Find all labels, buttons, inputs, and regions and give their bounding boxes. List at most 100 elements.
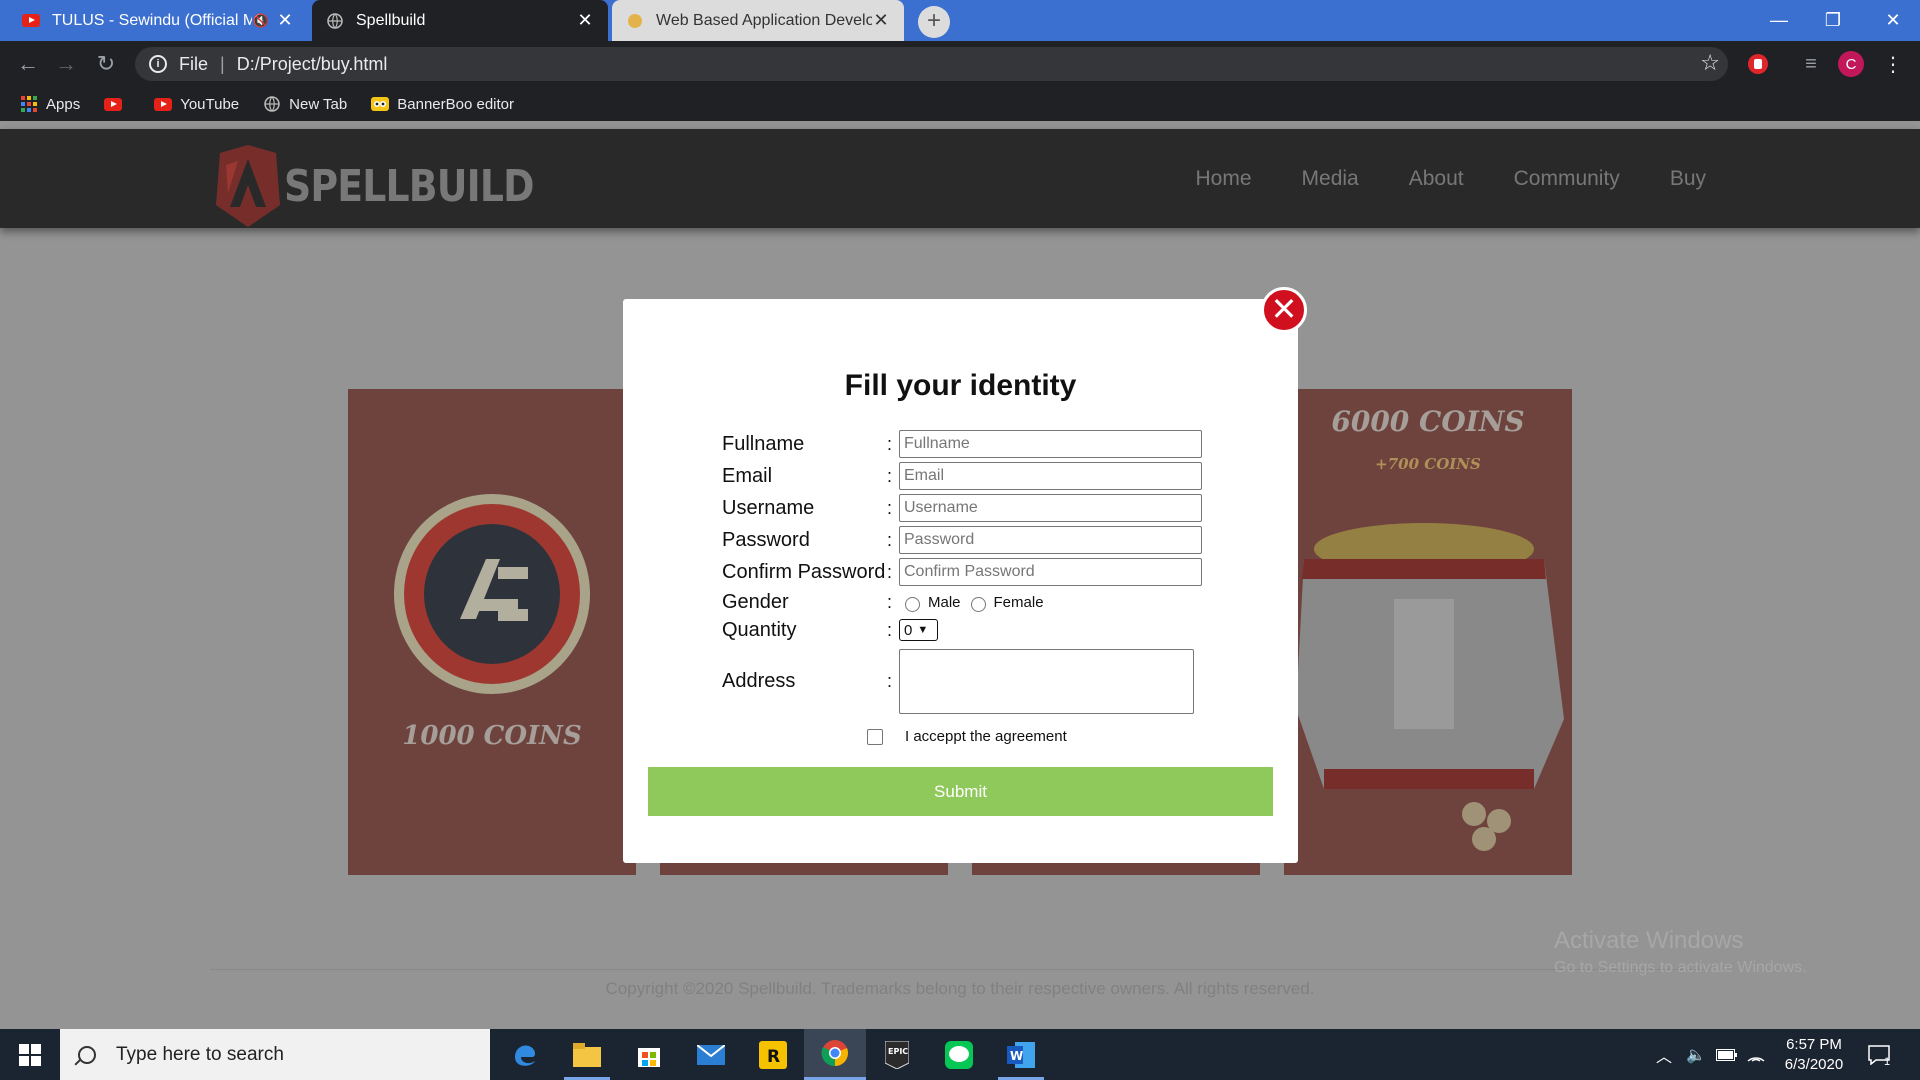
- nav-community[interactable]: Community: [1514, 167, 1620, 191]
- username-input[interactable]: [899, 494, 1202, 522]
- address-textarea[interactable]: [899, 649, 1194, 714]
- bookmark-youtube-shortcut[interactable]: [104, 95, 130, 113]
- bookmark-label: Apps: [46, 95, 81, 113]
- edge-icon[interactable]: [494, 1029, 556, 1080]
- youtube-icon: [22, 12, 40, 30]
- quantity-value: 0: [904, 621, 913, 639]
- rockstar-launcher-icon[interactable]: R: [742, 1029, 804, 1080]
- email-label: Email: [722, 464, 773, 487]
- reload-icon[interactable]: ↻: [88, 41, 124, 87]
- site-logo[interactable]: SPELLBUILD: [216, 145, 574, 227]
- address-row: Address :: [722, 649, 1194, 714]
- nav-buy[interactable]: Buy: [1670, 167, 1706, 191]
- tab-youtube[interactable]: TULUS - Sewindu (Official Music Video) 🔇…: [8, 0, 308, 41]
- back-icon[interactable]: ←: [10, 41, 46, 87]
- avatar[interactable]: C: [1838, 51, 1864, 77]
- windows-activation-watermark: Activate Windows Go to Settings to activ…: [1554, 927, 1807, 976]
- tab-spellbuild[interactable]: Spellbuild ✕: [312, 0, 608, 41]
- coin-image: [394, 494, 590, 694]
- chrome-icon[interactable]: [804, 1029, 866, 1080]
- email-input[interactable]: [899, 462, 1202, 490]
- extension-icon[interactable]: [1745, 51, 1771, 77]
- start-button[interactable]: [0, 1029, 60, 1080]
- agreement-row: I acceppt the agreement: [867, 728, 1067, 745]
- bookmark-bannerboo[interactable]: BannerBoo editor: [371, 95, 514, 113]
- identity-modal: ✕ Fill your identity Fullname : Email : …: [623, 287, 1307, 863]
- taskbar-search[interactable]: Type here to search: [60, 1029, 490, 1080]
- bookmark-youtube[interactable]: YouTube: [154, 95, 239, 113]
- bookmark-label: BannerBoo editor: [397, 95, 514, 113]
- mute-icon[interactable]: 🔇: [252, 13, 270, 29]
- address-label: Address: [722, 670, 796, 692]
- epic-games-icon[interactable]: EPIC: [866, 1029, 928, 1080]
- confirm-password-input[interactable]: [899, 558, 1202, 586]
- submit-button[interactable]: Submit: [648, 767, 1273, 816]
- fullname-row: Fullname :: [722, 430, 1202, 458]
- search-icon: [78, 1045, 96, 1064]
- tab-web-dev[interactable]: Web Based Application Development ✕: [612, 0, 904, 41]
- file-explorer-icon[interactable]: [556, 1029, 618, 1080]
- system-clock[interactable]: 6:57 PM 6/3/2020: [1773, 1035, 1855, 1075]
- modal-title: Fill your identity: [844, 369, 1077, 402]
- quantity-select[interactable]: 0 ▼: [899, 619, 938, 641]
- bookmark-star-icon[interactable]: ☆: [1700, 50, 1720, 76]
- bannerboo-icon: [371, 95, 390, 113]
- gender-male-label: Male: [928, 593, 961, 611]
- password-label: Password: [722, 528, 810, 551]
- product-card-1000[interactable]: 1000 COINS: [348, 389, 636, 875]
- modal-close-button[interactable]: ✕: [1261, 287, 1307, 333]
- site-navbar: SPELLBUILD Home Media About Community Bu…: [0, 129, 1920, 228]
- tray-overflow-icon[interactable]: ︿: [1656, 1029, 1672, 1080]
- youtube-icon: [104, 95, 123, 113]
- tab-title: Web Based Application Development: [656, 11, 872, 29]
- menu-kebab-icon[interactable]: ⋮: [1880, 51, 1906, 77]
- gender-male-radio[interactable]: [905, 596, 920, 612]
- forward-icon[interactable]: →: [48, 41, 84, 87]
- quantity-row: Quantity : 0 ▼: [722, 616, 938, 644]
- tab-close-icon[interactable]: ✕: [872, 10, 890, 31]
- gender-female-radio[interactable]: [970, 596, 986, 612]
- taskbar-search-placeholder: Type here to search: [116, 1043, 284, 1065]
- store-icon[interactable]: [618, 1029, 680, 1080]
- battery-icon[interactable]: [1716, 1029, 1738, 1080]
- fullname-input[interactable]: [899, 430, 1202, 458]
- bookmark-label: YouTube: [180, 95, 240, 113]
- tab-title: TULUS - Sewindu (Official Music Video): [52, 11, 252, 29]
- svg-text:EPIC: EPIC: [888, 1047, 908, 1056]
- nav-media[interactable]: Media: [1302, 167, 1359, 191]
- window-close-icon[interactable]: ✕: [1866, 0, 1920, 41]
- volume-icon[interactable]: 🔈: [1686, 1029, 1706, 1080]
- word-icon[interactable]: W: [990, 1029, 1052, 1080]
- gender-row: Gender : Male Female: [722, 590, 1044, 613]
- address-scheme: File: [179, 53, 209, 74]
- media-control-icon[interactable]: ≡: [1798, 51, 1824, 77]
- tab-close-icon[interactable]: ✕: [576, 10, 594, 31]
- svg-text:R: R: [767, 1047, 780, 1067]
- bookmark-new-tab[interactable]: New Tab: [263, 95, 347, 113]
- bookmark-apps[interactable]: Apps: [20, 95, 80, 113]
- agreement-checkbox[interactable]: [867, 728, 883, 745]
- windows-taskbar: Type here to search R EPIC W ︿ 🔈 6:57 PM…: [0, 1029, 1920, 1080]
- footer-divider: [210, 969, 1710, 970]
- password-input[interactable]: [899, 526, 1202, 554]
- info-icon[interactable]: i: [149, 55, 167, 73]
- product-card-6000[interactable]: 6000 COINS +700 COINS: [1284, 389, 1572, 875]
- nav-home[interactable]: Home: [1195, 167, 1251, 191]
- username-label: Username: [722, 496, 815, 519]
- nav-about[interactable]: About: [1409, 167, 1464, 191]
- mail-icon[interactable]: [680, 1029, 742, 1080]
- restore-icon[interactable]: ❐: [1806, 0, 1860, 41]
- tab-close-icon[interactable]: ✕: [276, 10, 294, 31]
- new-tab-button[interactable]: +: [918, 6, 950, 38]
- address-bar[interactable]: i File | D:/Project/buy.html ☆: [135, 47, 1728, 81]
- youtube-icon: [154, 95, 173, 113]
- line-app-icon[interactable]: [928, 1029, 990, 1080]
- minimize-icon[interactable]: —: [1752, 0, 1806, 41]
- clock-date: 6/3/2020: [1784, 1056, 1844, 1073]
- confirm-password-label: Confirm Password: [722, 560, 886, 583]
- notification-center-icon[interactable]: 1: [1868, 1029, 1890, 1080]
- email-row: Email :: [722, 462, 1202, 490]
- clock-time: 6:57 PM: [1786, 1036, 1842, 1053]
- treasure-chest-image: [1296, 523, 1564, 851]
- wifi-icon[interactable]: [1746, 1029, 1766, 1080]
